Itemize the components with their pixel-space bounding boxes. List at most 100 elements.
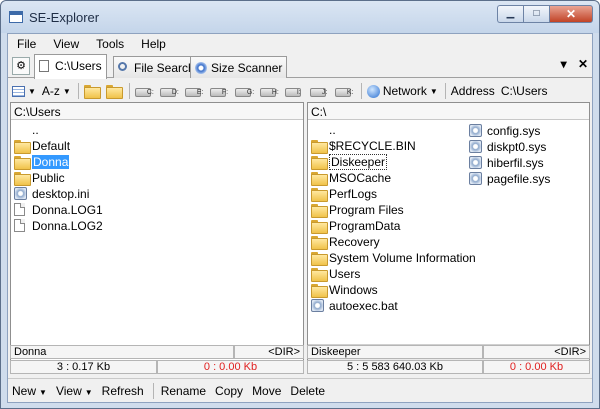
maximize-button[interactable]: □ bbox=[523, 5, 549, 23]
list-item[interactable]: PerfLogs bbox=[308, 186, 589, 202]
tab-users[interactable]: C:\Users bbox=[34, 54, 107, 79]
left-status-type: <DIR> bbox=[234, 345, 304, 359]
drive-k-button[interactable]: K: bbox=[334, 85, 353, 97]
page-icon bbox=[39, 60, 49, 72]
item-name: Donna bbox=[32, 155, 70, 169]
app-icon bbox=[9, 11, 23, 23]
list-item[interactable]: hiberfil.sys bbox=[466, 155, 550, 171]
up-folder-icon bbox=[105, 85, 123, 99]
view-button[interactable]: View ▼ bbox=[56, 384, 93, 398]
minimize-button[interactable]: ▁ bbox=[497, 5, 523, 23]
menu-tools[interactable]: Tools bbox=[87, 34, 132, 54]
list-item[interactable]: Users bbox=[308, 266, 589, 282]
menu-file[interactable]: File bbox=[8, 34, 44, 54]
bottom-toolbar: New ▼ View ▼ Refresh Rename Copy Move Dele… bbox=[8, 378, 592, 402]
item-name: desktop.ini bbox=[32, 187, 90, 201]
drive-h-button[interactable]: H: bbox=[259, 85, 279, 97]
folder-icon bbox=[311, 188, 328, 202]
menu-view[interactable]: View bbox=[44, 34, 87, 54]
list-item[interactable]: diskpt0.sys bbox=[466, 139, 550, 155]
disk-icon bbox=[195, 62, 207, 74]
tab-size-scanner[interactable]: Size Scanner bbox=[190, 56, 288, 78]
folder-icon bbox=[311, 156, 328, 170]
folder-icon bbox=[311, 172, 328, 186]
drive-d-button[interactable]: D: bbox=[159, 85, 179, 97]
item-name: autoexec.bat bbox=[329, 299, 398, 313]
address-field[interactable]: C:\Users bbox=[501, 84, 548, 98]
item-name: Donna.LOG1 bbox=[32, 203, 103, 217]
window-title: SE-Explorer bbox=[29, 10, 100, 25]
tab-list-dropdown[interactable]: ▾ bbox=[561, 57, 567, 71]
menu-help[interactable]: Help bbox=[132, 34, 174, 54]
list-item[interactable]: Windows bbox=[308, 282, 589, 298]
list-item[interactable]: desktop.ini bbox=[11, 186, 303, 202]
list-item[interactable]: .. bbox=[11, 122, 303, 138]
copy-button[interactable]: Copy bbox=[215, 384, 243, 398]
tab-file-search-label: File Search bbox=[134, 61, 195, 75]
drive-i-button[interactable]: I: bbox=[284, 85, 303, 97]
new-button[interactable]: New ▼ bbox=[12, 384, 47, 398]
right-file-list-col2: config.sys diskpt0.sys hiberfil.sys pagefil… bbox=[466, 123, 550, 187]
close-button[interactable]: ✕ bbox=[549, 5, 593, 23]
item-name: Public bbox=[32, 171, 65, 185]
network-button[interactable]: Network ▼ bbox=[366, 84, 438, 98]
settings-file-icon bbox=[469, 156, 482, 169]
folder-icon bbox=[311, 204, 328, 218]
list-item[interactable]: Program Files bbox=[308, 202, 589, 218]
tab-file-search[interactable]: File Search bbox=[113, 56, 200, 78]
move-button[interactable]: Move bbox=[252, 384, 281, 398]
drive-f-button[interactable]: F: bbox=[209, 85, 228, 97]
grid-view-icon bbox=[12, 85, 25, 97]
view-label: View bbox=[55, 383, 82, 398]
toolbar: ▼ A-z ▼ C: D: E: F: G: H: I: J: K: Networ… bbox=[8, 79, 592, 103]
list-item[interactable]: ProgramData bbox=[308, 218, 589, 234]
list-item[interactable]: Donna.LOG2 bbox=[11, 218, 303, 234]
left-summary: 3 : 0.17 Kb bbox=[10, 360, 157, 374]
drive-g-button[interactable]: G: bbox=[234, 85, 254, 97]
file-icon bbox=[14, 203, 25, 216]
folder-icon bbox=[14, 156, 31, 170]
left-file-list: .. Default Donna Public desktop.ini Donna.LOG… bbox=[11, 120, 303, 234]
right-file-panel[interactable]: C:\ .. $RECYCLE.BIN Diskeeper MSOCache PerfL… bbox=[307, 102, 590, 361]
new-folder-button[interactable] bbox=[83, 85, 101, 99]
close-tab-button[interactable]: ✕ bbox=[578, 57, 588, 71]
list-item[interactable]: System Volume Information bbox=[308, 250, 589, 266]
list-item[interactable]: config.sys bbox=[466, 123, 550, 139]
right-path: C:\ bbox=[308, 103, 589, 120]
settings-file-icon bbox=[469, 140, 482, 153]
settings-file-icon bbox=[14, 187, 27, 200]
list-item[interactable]: Recovery bbox=[308, 234, 589, 250]
folder-icon bbox=[311, 220, 328, 234]
left-path: C:\Users bbox=[11, 103, 303, 120]
left-selected-summary: 0 : 0.00 Kb bbox=[157, 360, 304, 374]
drive-c-button[interactable]: C: bbox=[134, 85, 154, 97]
settings-file-icon bbox=[469, 172, 482, 185]
folder-icon bbox=[311, 140, 328, 154]
tab-menu-icon[interactable]: ⚙ bbox=[12, 57, 30, 75]
list-item[interactable]: Donna bbox=[11, 154, 303, 170]
list-item[interactable]: Public bbox=[11, 170, 303, 186]
list-item[interactable]: Default bbox=[11, 138, 303, 154]
item-name: pagefile.sys bbox=[487, 172, 551, 186]
drive-c-label: C: bbox=[146, 89, 154, 96]
globe-icon bbox=[366, 84, 380, 98]
rename-button[interactable]: Rename bbox=[161, 384, 206, 398]
list-item[interactable]: autoexec.bat bbox=[308, 298, 589, 314]
left-file-panel[interactable]: C:\Users .. Default Donna Public desktop.ini… bbox=[10, 102, 304, 361]
up-folder-button[interactable] bbox=[105, 85, 123, 99]
list-item[interactable]: Donna.LOG1 bbox=[11, 202, 303, 218]
refresh-button[interactable]: Refresh bbox=[102, 384, 144, 398]
drive-e-button[interactable]: E: bbox=[184, 85, 203, 97]
item-name: hiberfil.sys bbox=[487, 156, 544, 170]
title-bar[interactable]: SE-Explorer ▁ □ ✕ bbox=[1, 1, 599, 33]
item-name: PerfLogs bbox=[329, 187, 378, 201]
item-name: MSOCache bbox=[329, 171, 392, 185]
item-name: ProgramData bbox=[329, 219, 401, 233]
delete-button[interactable]: Delete bbox=[290, 384, 325, 398]
drive-j-button[interactable]: J: bbox=[309, 85, 328, 97]
sort-button[interactable]: A-z ▼ bbox=[42, 84, 71, 98]
tab-bar: ⚙ C:\Users File Search Size Scanner ▾ ✕ bbox=[8, 54, 592, 79]
list-item[interactable]: pagefile.sys bbox=[466, 171, 550, 187]
view-mode-button[interactable]: ▼ bbox=[12, 85, 36, 97]
item-name: Default bbox=[32, 139, 71, 153]
